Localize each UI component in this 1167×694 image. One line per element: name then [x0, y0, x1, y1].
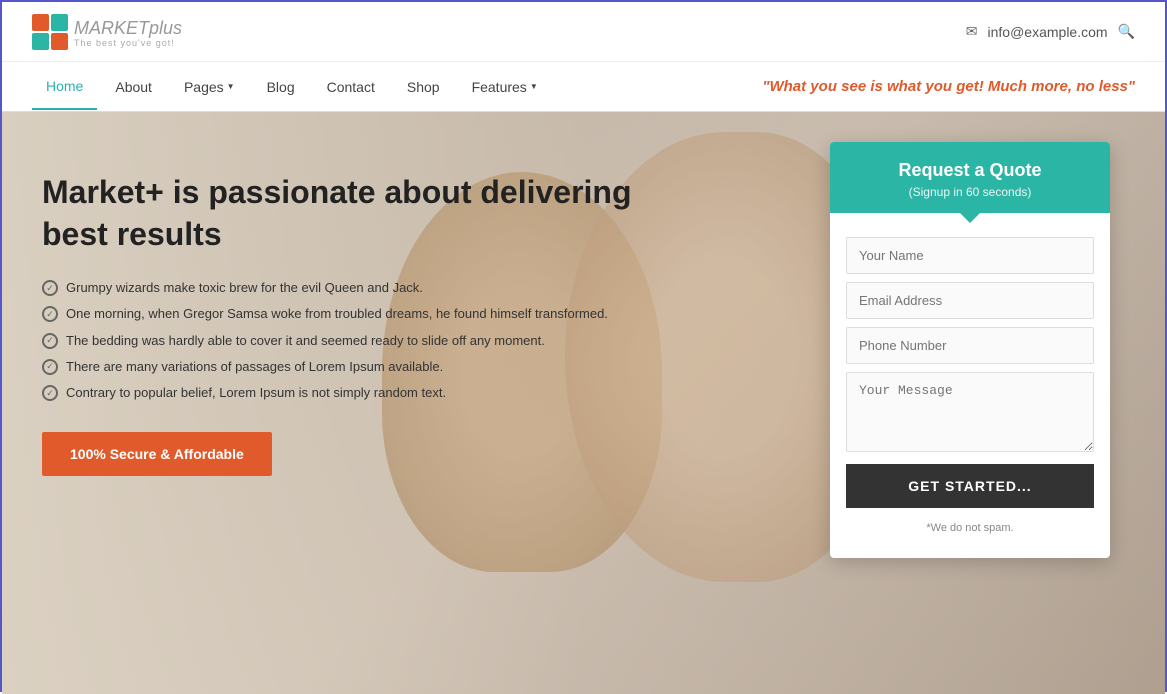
check-icon: ✓	[42, 280, 58, 296]
logo-suffix: plus	[149, 18, 182, 38]
contact-email: info@example.com	[988, 24, 1108, 40]
check-icon: ✓	[42, 385, 58, 401]
logo-text: MARKETplus The best you've got!	[74, 16, 182, 48]
check-icon: ✓	[42, 306, 58, 322]
email-input[interactable]	[846, 282, 1094, 319]
form-header-sub: (Signup in 60 seconds)	[850, 185, 1090, 199]
nav-item-pages[interactable]: Pages ▼	[170, 65, 249, 109]
list-item: ✓ The bedding was hardly able to cover i…	[42, 332, 692, 350]
list-item: ✓ Contrary to popular belief, Lorem Ipsu…	[42, 384, 692, 402]
nav-tagline: "What you see is what you get! Much more…	[762, 78, 1135, 95]
nav-bar: Home About Pages ▼ Blog Contact Shop Fea…	[2, 62, 1165, 112]
email-icon: ✉	[966, 23, 978, 40]
form-header: Request a Quote (Signup in 60 seconds)	[830, 142, 1110, 213]
hero-section: Market+ is passionate about delivering b…	[2, 112, 1165, 694]
nav-links: Home About Pages ▼ Blog Contact Shop Fea…	[32, 64, 552, 110]
message-input[interactable]	[846, 372, 1094, 452]
list-item: ✓ There are many variations of passages …	[42, 358, 692, 376]
quote-form: Request a Quote (Signup in 60 seconds) G…	[830, 142, 1110, 558]
logo: MARKETplus The best you've got!	[32, 14, 182, 50]
check-icon: ✓	[42, 333, 58, 349]
top-right-contact: ✉ info@example.com 🔍	[966, 23, 1135, 40]
search-icon[interactable]: 🔍	[1118, 23, 1135, 40]
form-arrow	[960, 213, 980, 223]
logo-main: MARKETplus	[74, 16, 182, 38]
top-bar: MARKETplus The best you've got! ✉ info@e…	[2, 2, 1165, 62]
cta-button[interactable]: 100% Secure & Affordable	[42, 432, 272, 476]
name-input[interactable]	[846, 237, 1094, 274]
logo-brand: MARKET	[74, 18, 149, 38]
nav-item-about[interactable]: About	[101, 65, 166, 109]
logo-icon	[32, 14, 68, 50]
form-header-title: Request a Quote	[850, 160, 1090, 181]
nav-item-contact[interactable]: Contact	[313, 65, 389, 109]
hero-list: ✓ Grumpy wizards make toxic brew for the…	[42, 279, 692, 402]
spam-note: *We do not spam.	[846, 522, 1094, 542]
check-icon: ✓	[42, 359, 58, 375]
nav-item-blog[interactable]: Blog	[253, 65, 309, 109]
hero-title: Market+ is passionate about delivering b…	[42, 172, 692, 255]
hero-content: Market+ is passionate about delivering b…	[42, 172, 692, 476]
logo-sub: The best you've got!	[74, 38, 182, 48]
nav-item-home[interactable]: Home	[32, 64, 97, 110]
list-item: ✓ Grumpy wizards make toxic brew for the…	[42, 279, 692, 297]
nav-item-shop[interactable]: Shop	[393, 65, 454, 109]
form-body: GET STARTED... *We do not spam.	[830, 213, 1110, 558]
submit-button[interactable]: GET STARTED...	[846, 464, 1094, 508]
list-item: ✓ One morning, when Gregor Samsa woke fr…	[42, 305, 692, 323]
nav-item-features[interactable]: Features ▼	[458, 65, 552, 109]
phone-input[interactable]	[846, 327, 1094, 364]
